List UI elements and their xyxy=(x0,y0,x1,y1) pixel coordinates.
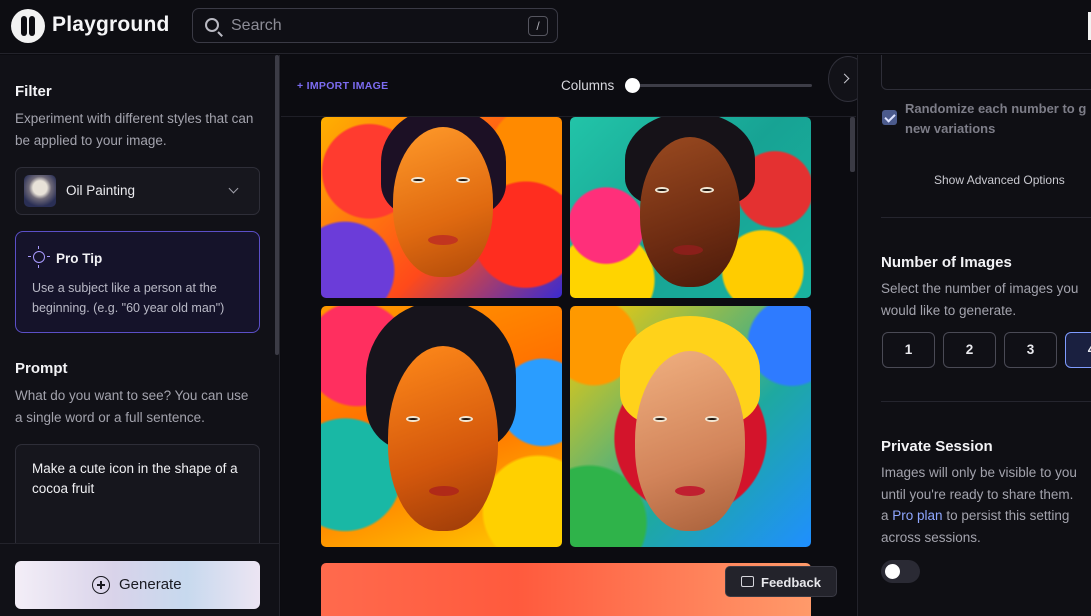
num-images-option-2[interactable]: 2 xyxy=(943,332,996,368)
generate-footer: Generate xyxy=(0,543,279,616)
settings-panel: Randomize each number to g new variation… xyxy=(857,55,1091,616)
number-of-images-description-line-2: would like to generate. xyxy=(881,302,1017,318)
generated-image-3[interactable] xyxy=(321,306,562,547)
plus-circle-icon xyxy=(92,576,110,594)
prompt-text: Make a cute icon in the shape of a cocoa… xyxy=(32,461,238,496)
canvas-toolbar: + IMPORT IMAGE Columns xyxy=(281,55,856,117)
chevron-down-icon xyxy=(228,183,239,194)
private-session-line-2: until you're ready to share them. xyxy=(881,486,1074,502)
private-session-line-4: across sessions. xyxy=(881,529,981,545)
prompt-title: Prompt xyxy=(15,360,68,377)
private-session-description: Images will only be visible to you until… xyxy=(881,462,1091,548)
generate-label: Generate xyxy=(119,576,182,593)
search-input[interactable] xyxy=(231,15,511,37)
filter-description: Experiment with different styles that ca… xyxy=(15,111,254,148)
num-images-option-3[interactable]: 3 xyxy=(1004,332,1057,368)
filter-selected-label: Oil Painting xyxy=(66,183,136,198)
generated-image-4[interactable] xyxy=(570,306,811,547)
columns-label: Columns xyxy=(561,78,615,93)
lightbulb-icon xyxy=(28,246,50,268)
playground-logo-icon[interactable] xyxy=(11,9,45,43)
search-bar[interactable]: / xyxy=(192,8,558,43)
columns-slider-handle[interactable] xyxy=(625,78,640,93)
randomize-label-line-2: new variations xyxy=(905,121,996,136)
randomize-label-line-1: Randomize each number to g xyxy=(905,101,1087,116)
generated-image-2[interactable] xyxy=(570,117,811,298)
toggle-knob xyxy=(885,564,900,579)
filter-title: Filter xyxy=(15,83,52,100)
prompt-description: What do you want to see? You can use a s… xyxy=(15,388,249,425)
num-images-option-4[interactable]: 4 xyxy=(1065,332,1091,368)
generate-button[interactable]: Generate xyxy=(15,561,260,609)
feedback-label: Feedback xyxy=(761,575,821,590)
columns-slider-track[interactable] xyxy=(631,84,812,87)
app-title[interactable]: Playground xyxy=(52,13,170,37)
search-shortcut-badge: / xyxy=(528,16,548,36)
divider xyxy=(881,401,1091,402)
top-bar: Playground / xyxy=(0,0,1091,54)
divider xyxy=(881,217,1091,218)
pro-tip-body: Use a subject like a person at the begin… xyxy=(32,281,225,315)
pro-tip-card: Pro Tip Use a subject like a person at t… xyxy=(15,231,260,333)
randomize-checkbox[interactable] xyxy=(882,110,897,125)
feedback-button[interactable]: Feedback xyxy=(725,566,837,597)
private-session-line-1: Images will only be visible to you xyxy=(881,465,1077,480)
private-session-toggle[interactable] xyxy=(881,560,920,583)
left-panel: Filter Experiment with different styles … xyxy=(0,55,280,616)
chat-bubble-icon xyxy=(741,576,754,587)
pro-tip-title: Pro Tip xyxy=(56,251,103,266)
private-session-line-3: a Pro plan to persist this setting xyxy=(881,505,1091,527)
private-session-line-3-prefix: a xyxy=(881,508,889,523)
import-image-button[interactable]: + IMPORT IMAGE xyxy=(297,80,388,92)
canvas-scrollbar[interactable] xyxy=(850,117,855,172)
left-panel-scrollbar[interactable] xyxy=(275,55,279,355)
seed-input[interactable] xyxy=(881,55,1091,90)
filter-dropdown[interactable]: Oil Painting xyxy=(15,167,260,215)
filter-thumbnail xyxy=(24,175,56,207)
pro-plan-link[interactable]: Pro plan xyxy=(892,508,942,523)
private-session-title: Private Session xyxy=(881,438,993,455)
number-of-images-description: Select the number of images you would li… xyxy=(881,278,1091,321)
private-session-line-3-suffix: to persist this setting xyxy=(946,508,1070,523)
generated-image-1[interactable] xyxy=(321,117,562,298)
show-advanced-options-button[interactable]: Show Advanced Options xyxy=(934,173,1065,187)
number-of-images-title: Number of Images xyxy=(881,254,1012,271)
number-of-images-description-line-1: Select the number of images you xyxy=(881,281,1079,296)
prompt-textarea[interactable]: Make a cute icon in the shape of a cocoa… xyxy=(15,444,260,554)
chevron-right-icon xyxy=(839,73,850,84)
randomize-label: Randomize each number to g new variation… xyxy=(905,99,1091,139)
num-images-option-1[interactable]: 1 xyxy=(882,332,935,368)
search-icon xyxy=(205,18,219,32)
